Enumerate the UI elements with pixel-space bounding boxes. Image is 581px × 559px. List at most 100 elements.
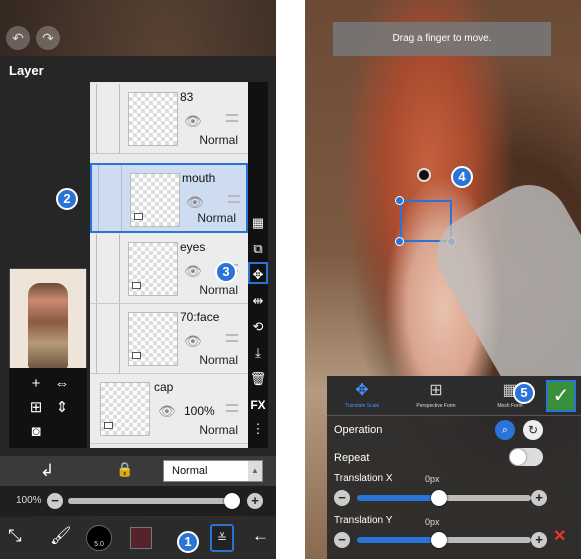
layer-blend-mode: Normal <box>199 133 238 147</box>
step-marker-3: 3 <box>215 261 237 283</box>
undo-button[interactable]: ↶ <box>6 26 30 50</box>
opacity-bar: 100% − + <box>0 486 276 516</box>
opacity-plus-button[interactable]: + <box>247 493 263 509</box>
translation-y-minus-button[interactable]: − <box>334 532 350 548</box>
layer-row[interactable]: 70:face 👁 Normal <box>90 304 248 374</box>
brush-size-button[interactable]: 5.0 <box>86 525 112 551</box>
layer-menu-icon[interactable] <box>226 334 238 342</box>
redo-icon: ↷ <box>42 30 54 46</box>
translation-y-value: 0px <box>425 517 440 527</box>
layer-menu-icon[interactable] <box>226 114 238 122</box>
step-marker-2: 2 <box>56 188 78 210</box>
resize-handle[interactable] <box>395 237 404 246</box>
opacity-slider-track[interactable] <box>68 498 240 504</box>
layer-side-toolbar: ▦ ⧉ ✥ ⇹ ⟲ ⤓ 🗑 FX ⋮ <box>248 82 268 448</box>
layer-menu-icon[interactable] <box>228 195 240 203</box>
opacity-slider-knob[interactable] <box>224 493 240 509</box>
eye-icon[interactable]: 👁 <box>184 333 202 350</box>
layer-blend-mode: Normal <box>197 211 236 225</box>
brush-icon[interactable]: 🖌 <box>50 526 72 546</box>
layer-row[interactable]: cap 👁 100% Normal <box>90 374 248 444</box>
perspective-icon: ⊞ <box>429 382 443 399</box>
layer-blend-mode: Normal <box>199 353 238 367</box>
alpha-lock-icon[interactable]: 🔒 <box>116 461 133 478</box>
transform-tool-icon[interactable]: ⤡ <box>8 526 22 546</box>
step-marker-4: 4 <box>451 166 473 188</box>
search-icon[interactable]: ⌕ <box>495 420 515 440</box>
repeat-toggle[interactable] <box>509 448 543 466</box>
tab-translate-scale[interactable]: ✥ Translate Scale <box>329 379 395 415</box>
translation-y-label: Translation Y <box>334 515 393 526</box>
layer-name: cap <box>154 380 174 394</box>
chevron-up-icon: ▲ <box>248 461 262 481</box>
move-tool-icon[interactable]: ✥ <box>248 262 268 284</box>
flip-layer-horizontal-icon[interactable]: ⇹ <box>248 290 268 312</box>
close-icon[interactable]: ✕ <box>553 526 566 546</box>
hint-banner: Drag a finger to move. <box>333 22 551 56</box>
layer-window-toggle-button[interactable]: ≚ <box>210 524 234 552</box>
color-swatch[interactable] <box>130 527 152 549</box>
resize-handle[interactable] <box>395 196 404 205</box>
eye-icon[interactable]: 👁 <box>184 113 202 130</box>
clipping-icon[interactable]: ⧉ <box>248 238 268 260</box>
add-special-layer-icon[interactable]: ⊞ <box>23 396 49 420</box>
folder-icon <box>134 213 143 220</box>
eye-icon[interactable]: 👁 <box>158 403 176 420</box>
tab-perspective-form[interactable]: ⊞ Perspective Form <box>403 379 469 415</box>
delete-layer-icon[interactable]: 🗑 <box>248 368 268 390</box>
clip-arrow-icon[interactable]: ↲ <box>40 461 54 481</box>
translation-x-slider-knob[interactable] <box>431 490 447 506</box>
layer-window: Layer + ⇔ ⊞ ⇕ ◙ 83 👁 Normal mouth 👁 Norm… <box>0 56 276 456</box>
tab-label: Translate Scale <box>344 403 380 409</box>
layer-name: mouth <box>182 171 216 185</box>
redo-button[interactable]: ↷ <box>36 26 60 50</box>
blend-mode-value: Normal <box>172 465 208 477</box>
more-options-icon[interactable]: ⋮ <box>248 418 268 440</box>
confirm-button[interactable]: ✓ <box>546 380 576 412</box>
transform-panel: ✥ Translate Scale ⊞ Perspective Form ▦ M… <box>327 376 581 559</box>
translation-x-value: 0px <box>425 474 440 484</box>
eye-icon[interactable]: 👁 <box>184 263 202 280</box>
layer-name: 83 <box>180 90 194 104</box>
brush-size-value: 5.0 <box>94 541 104 548</box>
blend-bar: ↲ 🔒 Normal ▲ <box>0 456 276 486</box>
layer-row[interactable]: 83 👁 Normal <box>90 84 248 154</box>
blend-mode-select[interactable]: Normal ▲ <box>163 460 263 482</box>
layer-tools-grid: + ⇔ ⊞ ⇕ ◙ <box>9 368 87 448</box>
folder-icon <box>132 352 141 359</box>
flip-vertical-icon[interactable]: ⇕ <box>49 396 75 420</box>
reset-icon[interactable]: ↻ <box>523 420 543 440</box>
repeat-label: Repeat <box>334 452 370 464</box>
step-marker-5: 5 <box>513 382 535 404</box>
move-icon: ✥ <box>355 382 369 399</box>
tab-label: Perspective Form <box>416 403 456 409</box>
opacity-minus-button[interactable]: − <box>47 493 63 509</box>
opacity-label: 100% <box>16 495 42 506</box>
check-icon: ✓ <box>552 385 570 407</box>
translation-y-slider-knob[interactable] <box>431 532 447 548</box>
layers-icon: ≚ <box>216 531 228 545</box>
transparency-icon[interactable]: ▦ <box>248 212 268 234</box>
layer-blend-mode: Normal <box>199 283 238 297</box>
layer-name: 70:face <box>180 310 220 324</box>
rotate-layer-icon[interactable]: ⟲ <box>248 316 268 338</box>
undo-icon: ↶ <box>12 30 24 46</box>
add-layer-icon[interactable]: + <box>23 372 49 396</box>
flip-horizontal-icon[interactable]: ⇔ <box>49 372 75 396</box>
back-arrow-icon[interactable]: ← <box>252 526 269 546</box>
translation-x-plus-button[interactable]: + <box>531 490 547 506</box>
eye-icon[interactable]: 👁 <box>186 194 204 211</box>
pivot-point-handle[interactable] <box>417 168 431 182</box>
translation-x-minus-button[interactable]: − <box>334 490 350 506</box>
translation-x-label: Translation X <box>334 473 393 484</box>
layer-menu-icon[interactable] <box>226 404 238 412</box>
layer-row-selected[interactable]: mouth 👁 Normal <box>90 163 248 233</box>
translation-y-plus-button[interactable]: + <box>531 532 547 548</box>
merge-down-icon[interactable]: ⤓ <box>248 342 268 364</box>
folder-icon <box>132 282 141 289</box>
layer-blend-mode: Normal <box>199 423 238 437</box>
layer-window-title: Layer <box>9 63 44 78</box>
fx-button[interactable]: FX <box>248 394 268 416</box>
import-photo-icon[interactable]: ◙ <box>23 420 49 444</box>
folder-icon <box>104 422 113 429</box>
